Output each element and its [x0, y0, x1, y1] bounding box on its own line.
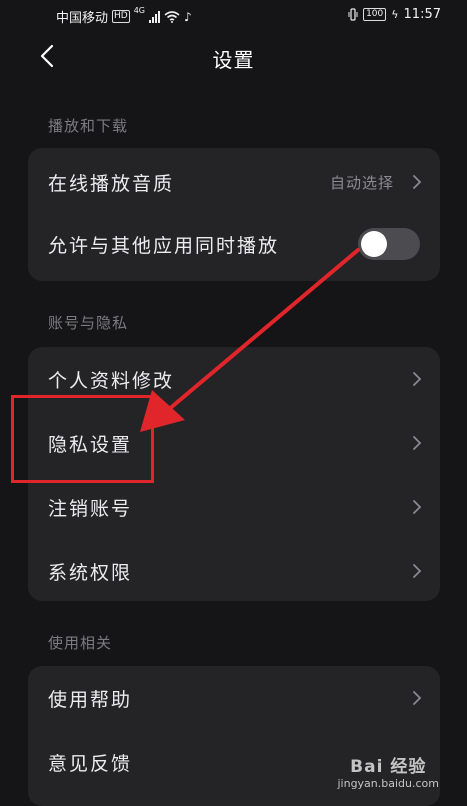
row-delete-account[interactable]: 注销账号 [28, 475, 440, 539]
battery-icon: 100 [363, 8, 387, 21]
watermark-url: jingyan.baidu.com [337, 777, 439, 790]
status-right: 100 ϟ 11:57 [348, 7, 441, 22]
status-left: 中国移动 HD 4G ♪ [56, 6, 192, 27]
row-help[interactable]: 使用帮助 [28, 666, 440, 730]
row-label: 在线播放音质 [48, 173, 175, 195]
row-label: 系统权限 [48, 562, 133, 584]
row-label: 注销账号 [48, 498, 133, 520]
hd-badge: HD [112, 10, 130, 23]
carrier-label: 中国移动 [56, 11, 109, 26]
status-bar: 中国移动 HD 4G ♪ 100 ϟ 11:57 [0, 0, 467, 32]
network-type: 4G [133, 6, 146, 15]
notification-icon: ♪ [184, 9, 192, 24]
row-label: 意见反馈 [48, 753, 133, 775]
watermark-logo: Bai 经验 [350, 757, 427, 777]
card-playback: 在线播放音质 自动选择 允许与其他应用同时播放 [28, 148, 440, 281]
chevron-right-icon [413, 691, 422, 705]
row-value: 自动选择 [329, 174, 394, 192]
chevron-right-icon [413, 500, 422, 514]
vibrate-icon [348, 8, 358, 21]
chevron-right-icon [413, 372, 422, 386]
row-allow-simultaneous: 允许与其他应用同时播放 [28, 212, 440, 276]
nav-bar: 设置 [0, 32, 467, 84]
row-label: 使用帮助 [48, 689, 133, 711]
wifi-icon [164, 10, 180, 23]
row-online-quality[interactable]: 在线播放音质 自动选择 [28, 150, 440, 214]
section-title-usage: 使用相关 [48, 634, 113, 652]
row-system-permissions[interactable]: 系统权限 [28, 539, 440, 603]
page-title: 设置 [212, 48, 255, 72]
section-title-playback: 播放和下载 [48, 117, 129, 135]
chevron-right-icon [413, 436, 422, 450]
simultaneous-play-toggle[interactable] [358, 228, 420, 260]
row-label: 允许与其他应用同时播放 [48, 235, 280, 257]
row-profile-edit[interactable]: 个人资料修改 [28, 347, 440, 411]
row-label: 个人资料修改 [48, 370, 175, 392]
charging-icon: ϟ [391, 8, 399, 21]
clock: 11:57 [403, 7, 441, 22]
toggle-knob [361, 231, 387, 257]
section-title-account: 账号与隐私 [48, 314, 129, 332]
chevron-right-icon [413, 175, 422, 189]
watermark: Bai 经验 jingyan.baidu.com [337, 752, 439, 790]
signal-icon [149, 10, 161, 23]
row-label: 隐私设置 [48, 434, 133, 456]
row-privacy-settings[interactable]: 隐私设置 [28, 411, 440, 475]
chevron-right-icon [413, 564, 422, 578]
card-account: 个人资料修改 隐私设置 注销账号 系统权限 [28, 347, 440, 601]
